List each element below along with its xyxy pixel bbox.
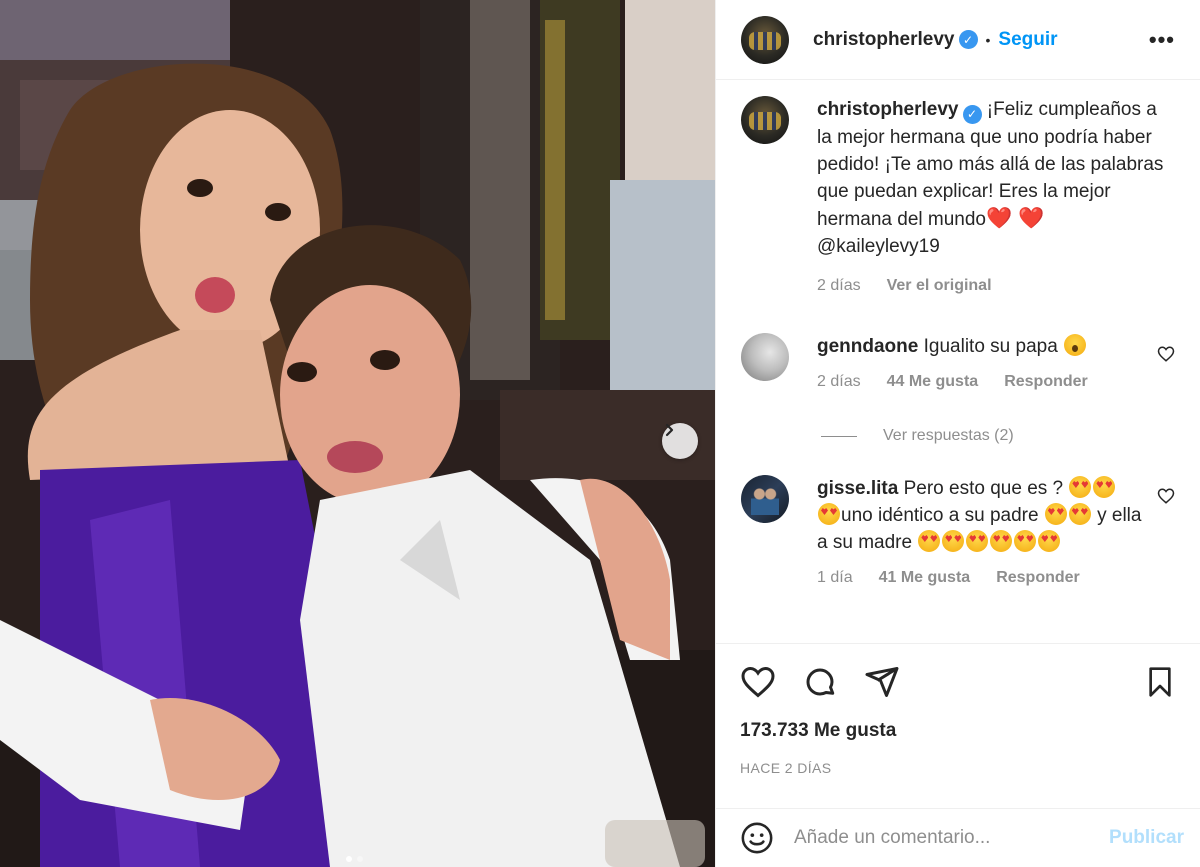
heart-eyes-emoji-icon xyxy=(1044,503,1067,525)
comment-composer: Publicar xyxy=(716,808,1200,867)
heart-eyes-emoji-icon xyxy=(1093,476,1116,498)
caption-username[interactable]: christopherlevy xyxy=(817,99,959,120)
carousel-dot xyxy=(357,856,363,862)
heart-eyes-emoji-icon xyxy=(918,530,941,552)
comment-time[interactable]: 1 día xyxy=(817,564,853,591)
heart-eyes-emoji-icon xyxy=(990,530,1013,552)
reply-button[interactable]: Responder xyxy=(996,564,1080,591)
separator-dot: • xyxy=(985,31,991,48)
comment-icon[interactable] xyxy=(802,664,838,700)
follow-button[interactable]: Seguir xyxy=(998,29,1057,51)
caption-hearts: ❤️ ❤️ xyxy=(986,207,1045,230)
post-header: christopherlevy ✓ • Seguir ••• xyxy=(716,0,1200,80)
heart-eyes-emoji-icon xyxy=(1038,530,1061,552)
surprised-emoji-icon xyxy=(1064,334,1087,356)
commenter-avatar[interactable] xyxy=(741,333,789,381)
view-replies-label: Ver respuestas (2) xyxy=(883,427,1014,444)
comment-likes[interactable]: 41 Me gusta xyxy=(879,564,971,591)
comments-list[interactable]: christopherlevy ✓ ¡Feliz cumpleaños a la … xyxy=(716,96,1200,640)
comment-time[interactable]: 2 días xyxy=(817,368,861,395)
verified-icon: ✓ xyxy=(958,30,978,49)
post-timestamp[interactable]: HACE 2 DÍAS xyxy=(740,760,1176,776)
comment-likes[interactable]: 44 Me gusta xyxy=(887,368,979,395)
like-comment-heart-icon[interactable] xyxy=(1157,345,1175,363)
photo-illustration xyxy=(0,0,715,867)
share-icon[interactable] xyxy=(864,664,900,700)
post-side-panel: christopherlevy ✓ • Seguir ••• christoph… xyxy=(715,0,1200,867)
comment-item: genndaone Igualito su papa 2 días 44 Me … xyxy=(741,333,1175,395)
chevron-right-icon xyxy=(665,423,674,437)
see-original-link[interactable]: Ver el original xyxy=(887,272,992,299)
heart-eyes-emoji-icon xyxy=(1068,503,1091,525)
post-photo[interactable] xyxy=(0,0,715,867)
caption-mention[interactable]: @kaileylevy19 xyxy=(817,236,940,257)
emoji-icon[interactable] xyxy=(740,821,774,855)
heart-eyes-emoji-icon xyxy=(1014,530,1037,552)
author-username[interactable]: christopherlevy xyxy=(813,29,955,51)
commenter-avatar[interactable] xyxy=(741,475,789,523)
heart-eyes-emoji-icon xyxy=(942,530,965,552)
caption-avatar[interactable] xyxy=(741,96,789,144)
likes-count[interactable]: 173.733 Me gusta xyxy=(740,720,1176,742)
heart-eyes-emoji-icon xyxy=(818,503,840,525)
carousel-dot-active xyxy=(346,856,352,862)
comment-text: Pero esto que es ? xyxy=(903,478,1064,499)
carousel-indicator xyxy=(346,856,363,862)
like-heart-icon[interactable] xyxy=(740,664,776,700)
comment-input[interactable] xyxy=(794,827,1110,849)
author-avatar[interactable] xyxy=(741,15,789,64)
more-options-icon[interactable]: ••• xyxy=(1149,27,1175,53)
publish-button[interactable]: Publicar xyxy=(1109,827,1184,849)
comment-item: gisse.lita Pero esto que es ? uno idénti… xyxy=(741,475,1175,591)
post-actions: 173.733 Me gusta HACE 2 DÍAS xyxy=(716,643,1200,776)
post-caption: christopherlevy ✓ ¡Feliz cumpleaños a la … xyxy=(741,96,1175,299)
commenter-username[interactable]: genndaone xyxy=(817,336,918,357)
verified-icon: ✓ xyxy=(962,105,982,124)
like-comment-heart-icon[interactable] xyxy=(1157,487,1175,505)
view-replies-button[interactable]: Ver respuestas (2) xyxy=(821,427,1175,445)
caption-time[interactable]: 2 días xyxy=(817,272,861,299)
comment-text: Igualito su papa xyxy=(923,336,1058,357)
heart-eyes-emoji-icon xyxy=(1069,476,1092,498)
reply-button[interactable]: Responder xyxy=(1004,368,1088,395)
next-photo-button[interactable] xyxy=(662,423,698,459)
commenter-username[interactable]: gisse.lita xyxy=(817,478,898,499)
save-bookmark-icon[interactable] xyxy=(1144,665,1176,699)
comment-text: uno idéntico a su padre xyxy=(841,505,1039,526)
replies-divider xyxy=(821,435,857,437)
heart-eyes-emoji-icon xyxy=(966,530,989,552)
